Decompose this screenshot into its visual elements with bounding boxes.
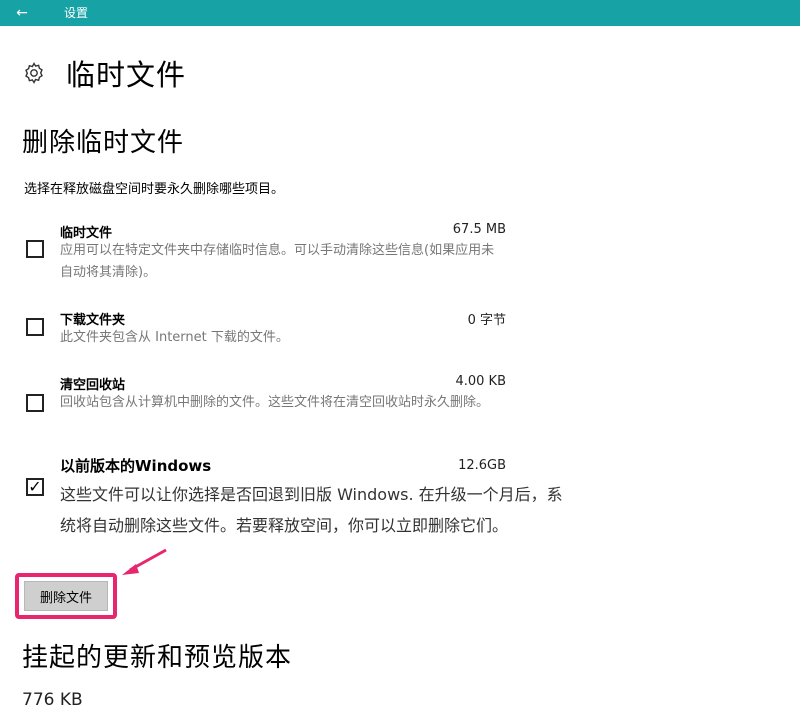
item-size: 0 字节 xyxy=(467,313,506,328)
back-arrow-icon: ← xyxy=(16,5,28,21)
section-title: 删除临时文件 xyxy=(22,128,185,158)
page-header: 临时文件 xyxy=(22,52,186,94)
pending-updates-size: 776 KB xyxy=(22,690,83,710)
item-description: 此文件夹包含从 Internet 下载的文件。 xyxy=(60,330,289,345)
item-name: 清空回收站 xyxy=(60,378,126,393)
delete-button-highlight: 删除文件 xyxy=(15,573,117,619)
item-name: 下载文件夹 xyxy=(60,313,126,328)
item-name: 临时文件 xyxy=(60,226,113,241)
recycle-bin-checkbox[interactable] xyxy=(26,394,44,412)
gear-icon xyxy=(25,62,43,84)
pending-updates-title: 挂起的更新和预览版本 xyxy=(22,643,293,673)
item-size: 4.00 KB xyxy=(455,374,506,389)
item-description: 应用可以在特定文件夹中存储临时信息。可以手动清除这些信息(如果应用未自动将其清除… xyxy=(60,243,495,280)
check-mark-icon: ✓ xyxy=(28,477,42,496)
previous-windows-checkbox[interactable]: ✓ xyxy=(26,478,44,496)
page-title: 临时文件 xyxy=(66,58,187,92)
downloads-checkbox[interactable] xyxy=(26,318,44,336)
annotation-arrow-icon xyxy=(122,548,167,575)
item-description: 回收站包含从计算机中删除的文件。这些文件将在清空回收站时永久删除。 xyxy=(60,395,490,410)
section-description: 选择在释放磁盘空间时要永久删除哪些项目。 xyxy=(24,182,285,197)
temp-files-checkbox[interactable] xyxy=(26,240,44,258)
item-name: 以前版本的Windows xyxy=(60,457,212,475)
item-size: 67.5 MB xyxy=(452,222,506,237)
back-button[interactable]: ← xyxy=(0,0,44,26)
title-bar: ← 设置 xyxy=(0,0,800,26)
item-size: 12.6GB xyxy=(458,458,506,473)
delete-files-button[interactable]: 删除文件 xyxy=(24,581,108,611)
window-title: 设置 xyxy=(64,6,89,20)
item-description: 这些文件可以让你选择是否回退到旧版 Windows. 在升级一个月后，系统将自动… xyxy=(60,485,563,535)
